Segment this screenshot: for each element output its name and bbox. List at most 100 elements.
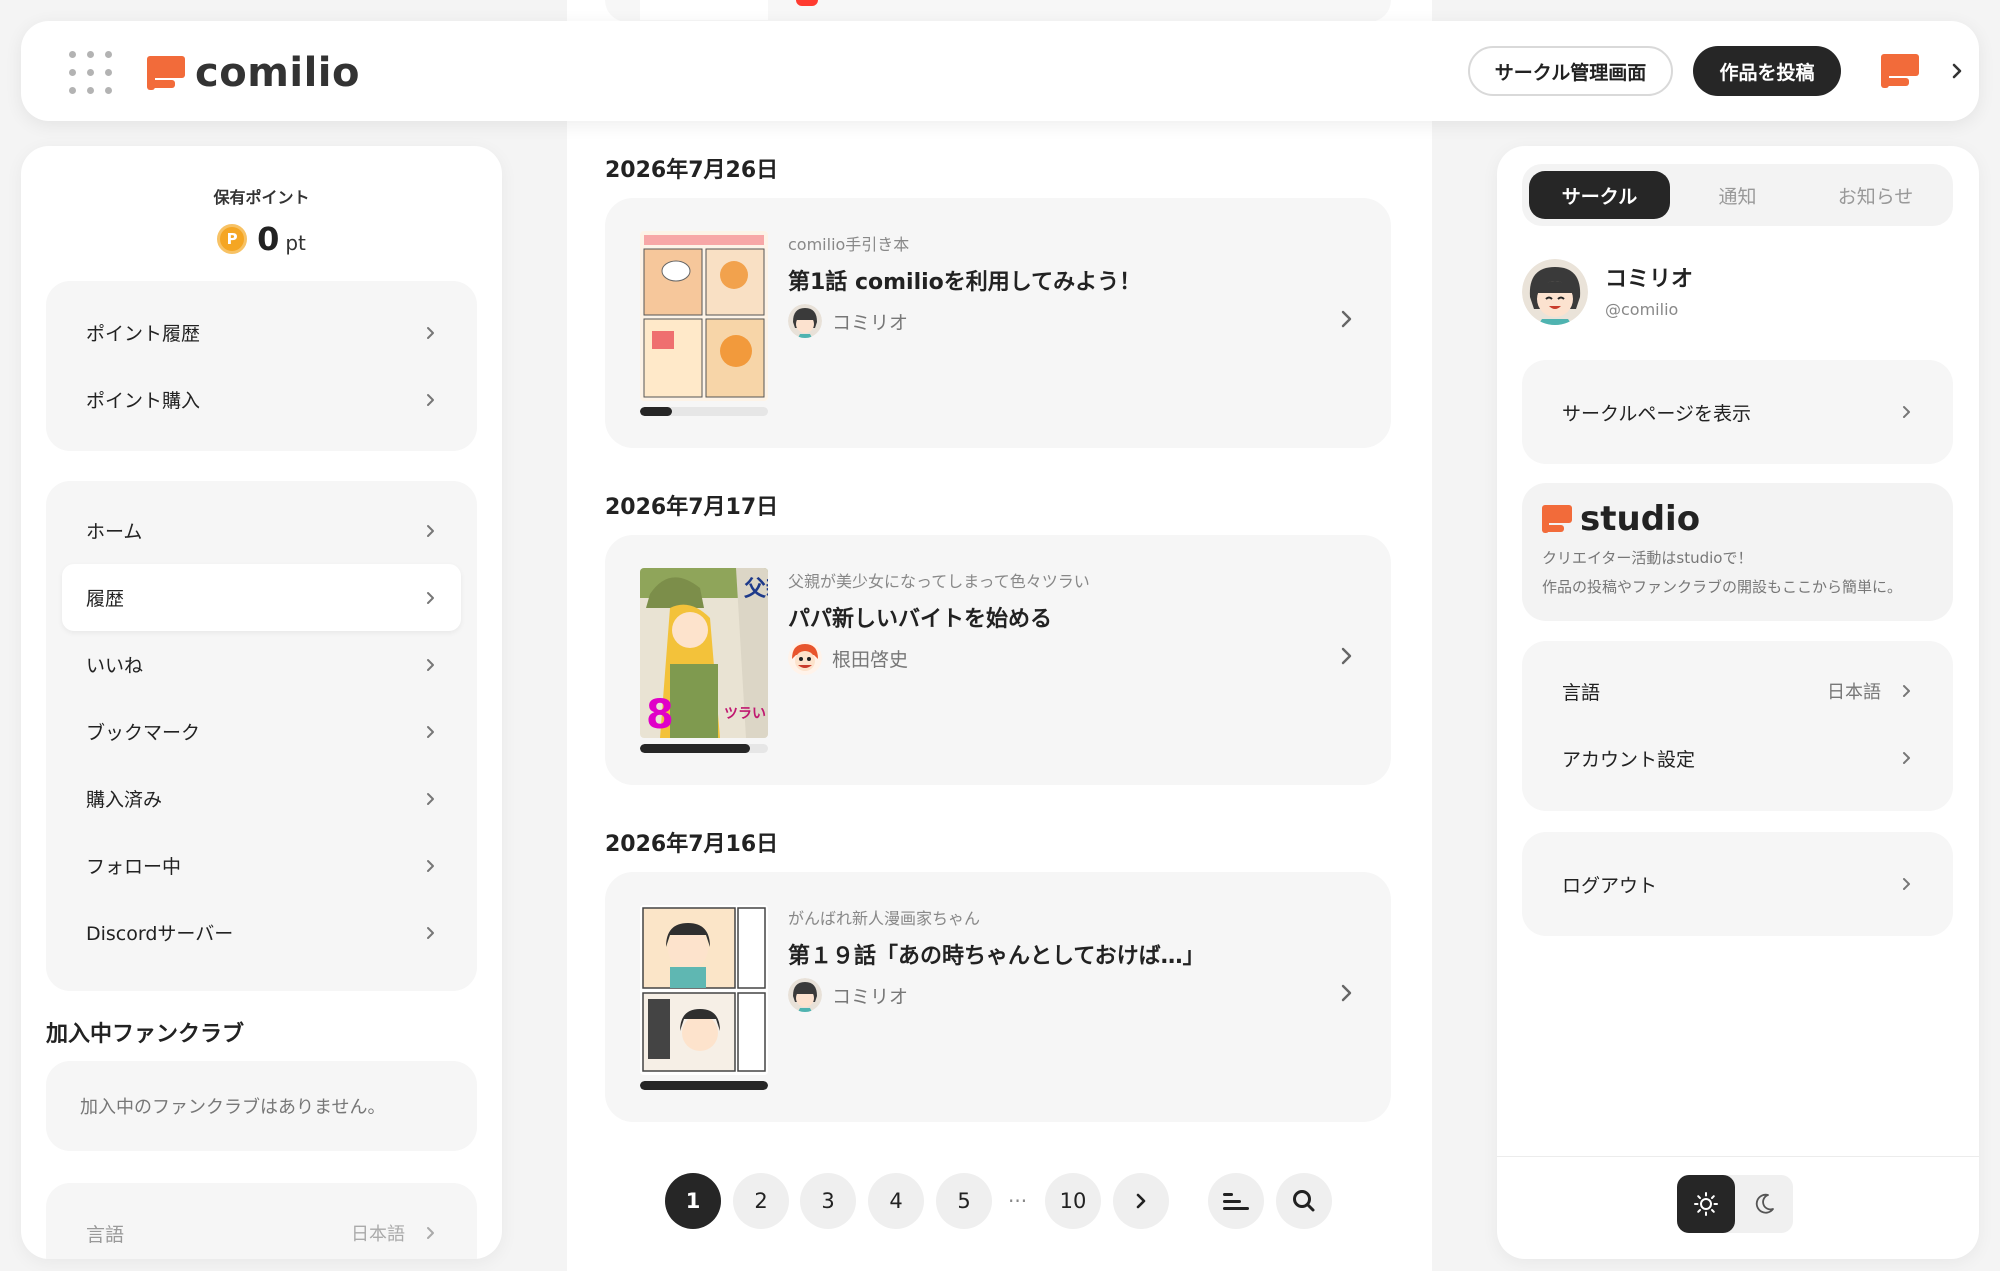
circle-page-link[interactable]: サークルページを表示 [1538, 382, 1937, 442]
tab-circle[interactable]: サークル [1529, 171, 1670, 219]
sort-lines-icon [1223, 1193, 1249, 1210]
series-title[interactable]: 父親が美少女になってしまって色々ツラい [788, 568, 1090, 592]
light-mode-button[interactable] [1677, 1175, 1735, 1233]
chevron-right-icon [1341, 984, 1352, 1002]
menu-item-home[interactable]: ホーム [62, 497, 461, 564]
author-row[interactable]: コミリオ [788, 304, 908, 338]
read-progress-fill [640, 407, 672, 416]
episode-title[interactable]: 第１９話「あの時ちゃんとしておけば…」 [788, 938, 1205, 970]
author-name: 根田啓史 [832, 648, 909, 671]
episode-title[interactable]: 第1話 comilioを利用してみよう！ [788, 264, 1141, 296]
read-progress-fill [640, 744, 751, 753]
episode-thumbnail[interactable] [640, 905, 768, 1075]
menu-item-point-history[interactable]: ポイント履歴 [62, 299, 461, 366]
points-label: 保有ポイント [213, 188, 310, 207]
page-button-3[interactable]: 3 [800, 1173, 856, 1229]
history-card[interactable]: comilio手引き本 第1話 comilioを利用してみよう！ コミリオ [605, 198, 1391, 448]
page-button-4[interactable]: 4 [868, 1173, 924, 1229]
chevron-right-icon [1903, 685, 1910, 697]
menu-item-label: ホーム [86, 521, 143, 543]
menu-item-bookmarks[interactable]: ブックマーク [62, 698, 461, 765]
circle-page-label: サークルページを表示 [1562, 402, 1752, 425]
pagination-ellipsis: ··· [1008, 1189, 1028, 1213]
comilio-logo-mark-icon [147, 56, 185, 90]
chevron-right-icon [427, 658, 434, 671]
author-row[interactable]: 根田啓史 [788, 641, 908, 675]
right-tabs: サークル 通知 お知らせ [1522, 164, 1953, 226]
menu-item-label: Discordサーバー [86, 923, 234, 945]
account-settings-row[interactable]: アカウント設定 [1538, 728, 1937, 788]
read-progress-fill [640, 1081, 768, 1090]
search-icon [1293, 1190, 1315, 1212]
episode-title[interactable]: パパ新しいバイトを始める [788, 601, 1052, 633]
next-page-button[interactable] [1113, 1173, 1169, 1229]
episode-thumbnail[interactable] [640, 231, 768, 401]
episode-thumbnail[interactable]: 父親が美少女 8 ツラい [640, 568, 768, 738]
menu-item-discord[interactable]: Discordサーバー [62, 899, 461, 966]
tab-notifications[interactable]: 通知 [1667, 171, 1808, 219]
circle-name[interactable]: コミリオ [1605, 261, 1693, 293]
point-coin-icon: P [217, 224, 248, 254]
series-title[interactable]: がんばれ新人漫画家ちゃん [788, 905, 980, 929]
points-value: 0 [257, 220, 280, 258]
logout-label: ログアウト [1562, 874, 1658, 897]
language-setting-row[interactable]: 言語 日本語 [1538, 661, 1937, 721]
history-card[interactable]: がんばれ新人漫画家ちゃん 第１９話「あの時ちゃんとしておけば…」 コミリオ [605, 872, 1391, 1122]
thumb-volume-number: 8 [646, 692, 674, 738]
circle-handle: @comilio [1605, 300, 1679, 319]
chevron-right-icon [427, 792, 434, 805]
chevron-right-icon [427, 524, 434, 537]
logo-text: comilio [195, 50, 360, 96]
search-button[interactable] [1276, 1173, 1332, 1229]
chevron-right-icon [1341, 310, 1352, 328]
menu-item-label: いいね [86, 655, 144, 677]
fanclub-empty-message: 加入中のファンクラブはありません。 [46, 1061, 477, 1151]
language-value: 日本語 [1827, 682, 1881, 703]
top-header: comilio サークル管理画面 作品を投稿 [21, 21, 1979, 121]
page-button-10[interactable]: 10 [1045, 1173, 1101, 1229]
tab-announcements[interactable]: お知らせ [1805, 171, 1946, 219]
theme-toggle [1677, 1175, 1793, 1233]
points-display: P 0 pt [21, 220, 502, 258]
circle-avatar[interactable] [1522, 259, 1588, 325]
circle-admin-button[interactable]: サークル管理画面 [1468, 46, 1673, 96]
page-button-1[interactable]: 1 [665, 1173, 721, 1229]
logout-row[interactable]: ログアウト [1538, 854, 1937, 914]
chevron-right-icon [427, 926, 434, 939]
apps-grid-icon[interactable] [69, 51, 113, 95]
studio-text: studio [1580, 499, 1701, 539]
author-name: コミリオ [832, 311, 909, 334]
chevron-right-icon [427, 1227, 434, 1239]
page-button-2[interactable]: 2 [733, 1173, 789, 1229]
studio-logo-mark-icon [1542, 505, 1572, 533]
settings-panel: 言語 日本語 アカウント設定 [1522, 641, 1953, 811]
page-button-5[interactable]: 5 [936, 1173, 992, 1229]
chevron-right-icon [427, 725, 434, 738]
menu-item-point-purchase[interactable]: ポイント購入 [62, 366, 461, 433]
right-sidebar: サークル 通知 お知らせ コミリオ @comilio サークルページを表示 st… [1497, 146, 1979, 1259]
series-title[interactable]: comilio手引き本 [788, 231, 909, 255]
author-row[interactable]: コミリオ [788, 978, 908, 1012]
left-language-panel: 言語 日本語 [46, 1183, 477, 1259]
menu-item-history[interactable]: 履歴 [62, 564, 461, 631]
menu-item-likes[interactable]: いいね [62, 631, 461, 698]
sort-button[interactable] [1208, 1173, 1264, 1229]
menu-item-label: ブックマーク [86, 722, 201, 744]
chevron-right-icon [1136, 1193, 1146, 1209]
comilio-logo[interactable]: comilio [147, 49, 360, 97]
dark-mode-button[interactable] [1735, 1175, 1793, 1233]
menu-item-purchased[interactable]: 購入済み [62, 765, 461, 832]
sun-icon [1694, 1192, 1718, 1216]
thumb-title-text: 父親が美少女 [744, 576, 768, 602]
menu-item-label: ポイント購入 [86, 390, 201, 412]
menu-item-label: 履歴 [86, 588, 125, 610]
left-language-row[interactable]: 言語 日本語 [62, 1203, 461, 1259]
post-work-button[interactable]: 作品を投稿 [1693, 46, 1841, 96]
chevron-right-icon[interactable] [1943, 57, 1971, 85]
menu-item-following[interactable]: フォロー中 [62, 832, 461, 899]
history-card[interactable]: 父親が美少女 8 ツラい 父親が美少女になってしまって色々ツラい パパ新しいバイ… [605, 535, 1391, 785]
studio-promo-card[interactable]: studio クリエイター活動はstudioで！ 作品の投稿やファンクラブの開設… [1522, 483, 1953, 621]
user-avatar-icon[interactable] [1881, 54, 1919, 88]
language-label: 言語 [86, 1223, 125, 1246]
date-heading: 2026年7月16日 [605, 832, 779, 857]
